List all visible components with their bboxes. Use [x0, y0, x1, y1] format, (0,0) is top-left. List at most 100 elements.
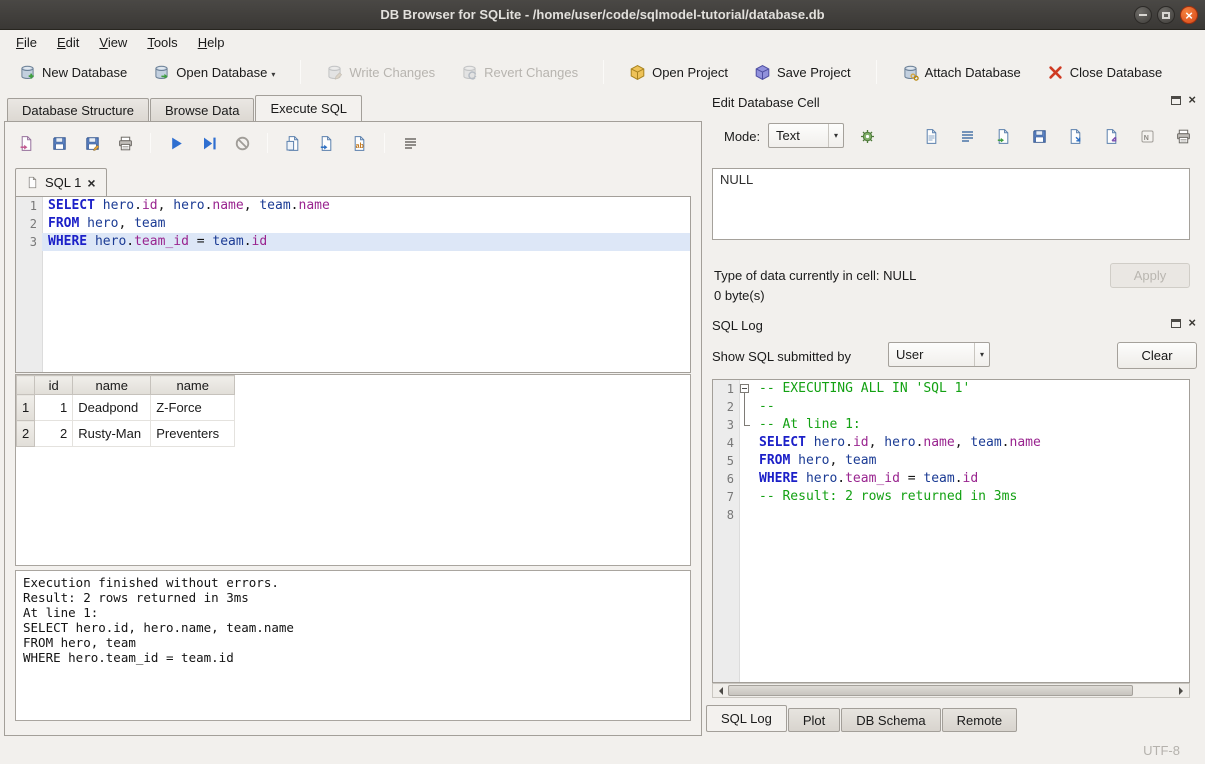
clear-button[interactable]: Clear — [1117, 342, 1197, 369]
titlebar[interactable]: DB Browser for SQLite - /home/user/code/… — [0, 0, 1205, 30]
tab-sql-1[interactable]: SQL 1 × — [15, 168, 107, 196]
toolbar-separator — [603, 60, 604, 84]
fold-margin — [739, 470, 753, 488]
table-cell[interactable]: Rusty-Man — [73, 421, 151, 447]
close-dock-icon[interactable]: × — [1188, 95, 1196, 105]
save-file-icon[interactable] — [1028, 125, 1050, 147]
tab-browse-data[interactable]: Browse Data — [150, 98, 254, 121]
execute-current-line-icon[interactable] — [198, 132, 220, 154]
toolbar-separator — [876, 60, 877, 84]
menu-help[interactable]: Help — [188, 32, 235, 53]
write-changes-label: Write Changes — [349, 65, 435, 80]
table-cell[interactable]: 2 — [35, 421, 73, 447]
menu-view[interactable]: View — [89, 32, 137, 53]
code-text: FROM hero, team — [42, 215, 690, 233]
open-file-icon[interactable] — [992, 125, 1014, 147]
column-header-name[interactable]: name — [151, 376, 235, 395]
fold-margin — [739, 506, 753, 524]
line-number: 7 — [713, 488, 739, 506]
line-number: 4 — [713, 434, 739, 452]
row-header[interactable]: 2 — [17, 421, 35, 447]
mode-select[interactable]: Text ▾ — [768, 123, 844, 148]
dock-tab-plot[interactable]: Plot — [788, 708, 840, 732]
main-tab-bar: Database StructureBrowse DataExecute SQL — [4, 95, 702, 121]
open-sql-file-icon[interactable] — [15, 132, 37, 154]
write-changes-button[interactable]: Write Changes — [317, 59, 444, 86]
attach-database-button[interactable]: Attach Database — [893, 59, 1030, 86]
stop-icon[interactable] — [231, 132, 253, 154]
open-database-button[interactable]: Open Database ▾ — [144, 59, 284, 86]
close-database-label: Close Database — [1070, 65, 1163, 80]
open-project-button[interactable]: Open Project — [620, 59, 737, 86]
dock-tab-bar: SQL LogPlotDB SchemaRemote — [706, 705, 1018, 732]
project-open-icon — [629, 64, 646, 81]
save-sql-file-icon[interactable] — [48, 132, 70, 154]
code-text: -- — [753, 398, 1189, 416]
scroll-left-button[interactable] — [713, 684, 728, 697]
maximize-button[interactable] — [1157, 6, 1175, 24]
horizontal-scrollbar[interactable] — [712, 683, 1190, 698]
sql-editor[interactable]: 1SELECT hero.id, hero.name, team.name2FR… — [15, 196, 691, 373]
menu-tools[interactable]: Tools — [137, 32, 187, 53]
row-header[interactable]: 1 — [17, 395, 35, 421]
close-tab-icon[interactable]: × — [87, 177, 95, 189]
code-line: 8 — [713, 506, 1189, 524]
float-dock-icon[interactable] — [1171, 319, 1181, 328]
menu-edit[interactable]: Edit — [47, 32, 89, 53]
dock-tab-remote[interactable]: Remote — [942, 708, 1018, 732]
column-header-name[interactable]: name — [73, 376, 151, 395]
new-database-button[interactable]: New Database — [10, 59, 136, 86]
close-database-button[interactable]: Close Database — [1038, 59, 1172, 86]
word-wrap-icon[interactable] — [956, 125, 978, 147]
tab-database-structure[interactable]: Database Structure — [7, 98, 149, 121]
import-icon[interactable] — [1064, 125, 1086, 147]
table-cell[interactable]: Deadpond — [73, 395, 151, 421]
corner-header[interactable] — [17, 376, 35, 395]
tab-execute-sql[interactable]: Execute SQL — [255, 95, 362, 121]
cell-value-editor[interactable]: NULL — [712, 168, 1190, 240]
fold-margin[interactable] — [739, 380, 753, 398]
set-null-icon[interactable]: N — [1136, 125, 1158, 147]
export-results-icon[interactable] — [315, 132, 337, 154]
float-dock-icon[interactable] — [1171, 96, 1181, 105]
chevron-down-icon[interactable]: ▾ — [271, 70, 275, 81]
sql-log-view[interactable]: 1-- EXECUTING ALL IN 'SQL 1'2--3-- At li… — [712, 379, 1190, 683]
sql-log-header: SQL Log × — [706, 315, 1198, 335]
save-project-button[interactable]: Save Project — [745, 59, 860, 86]
code-line: 5FROM hero, team — [713, 452, 1189, 470]
dock-tab-sql-log[interactable]: SQL Log — [706, 705, 787, 732]
code-line: 7-- Result: 2 rows returned in 3ms — [713, 488, 1189, 506]
dock-tab-db-schema[interactable]: DB Schema — [841, 708, 940, 732]
scroll-right-button[interactable] — [1174, 684, 1189, 697]
save-sql-as-icon[interactable] — [81, 132, 103, 154]
table-cell[interactable]: Preventers — [151, 421, 235, 447]
find-replace-icon[interactable]: ab — [348, 132, 370, 154]
menu-file[interactable]: File — [6, 32, 47, 53]
code-line: 6WHERE hero.team_id = team.id — [713, 470, 1189, 488]
code-line: 3-- At line 1: — [713, 416, 1189, 434]
column-header-id[interactable]: id — [35, 376, 73, 395]
print-icon[interactable] — [114, 132, 136, 154]
table-cell[interactable]: Z-Force — [151, 395, 235, 421]
mode-gear-icon[interactable] — [856, 125, 878, 147]
scroll-thumb[interactable] — [728, 685, 1133, 696]
format-sql-icon[interactable] — [399, 132, 421, 154]
sql-log-title: SQL Log — [712, 318, 763, 333]
apply-button[interactable]: Apply — [1110, 263, 1190, 288]
line-number: 2 — [16, 215, 42, 233]
export-icon[interactable] — [1100, 125, 1122, 147]
open-in-editor-icon[interactable] — [920, 125, 942, 147]
print-icon[interactable] — [1172, 125, 1194, 147]
table-cell[interactable]: 1 — [35, 395, 73, 421]
open-database-label: Open Database — [176, 65, 267, 80]
line-number: 1 — [713, 380, 739, 398]
close-dock-icon[interactable]: × — [1188, 318, 1196, 328]
close-button[interactable]: × — [1180, 6, 1198, 24]
table-row: 22Rusty-ManPreventers — [17, 421, 235, 447]
db-revert-icon — [461, 64, 478, 81]
execute-all-icon[interactable] — [165, 132, 187, 154]
submitter-select[interactable]: User ▾ — [888, 342, 990, 367]
revert-changes-button[interactable]: Revert Changes — [452, 59, 587, 86]
duplicate-tab-icon[interactable] — [282, 132, 304, 154]
minimize-button[interactable] — [1134, 6, 1152, 24]
